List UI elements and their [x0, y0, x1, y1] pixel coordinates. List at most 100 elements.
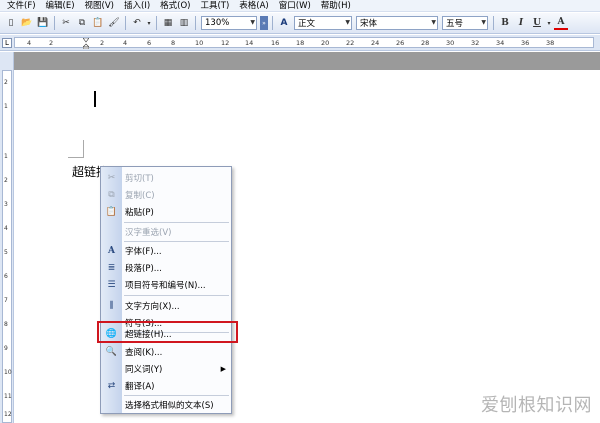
ruler-tick: 2	[4, 79, 8, 86]
menu-insert[interactable]: 插入(I)	[119, 0, 155, 12]
styles-icon[interactable]: A	[277, 16, 291, 30]
menu-view[interactable]: 视图(V)	[80, 0, 119, 12]
chevron-down-icon: ▼	[345, 19, 350, 26]
ruler-tick: 22	[346, 39, 355, 47]
ruler-tick: 8	[4, 321, 8, 328]
font-color-button[interactable]: A	[554, 16, 568, 30]
toolbar-separator	[195, 16, 196, 30]
menu-tools[interactable]: 工具(T)	[195, 0, 234, 12]
menu-edit[interactable]: 编辑(E)	[41, 0, 80, 12]
toolbar-separator	[125, 16, 126, 30]
italic-button[interactable]: I	[514, 16, 528, 30]
ruler-tick: 12	[221, 39, 230, 47]
margin-corner-mark	[68, 140, 84, 158]
copy-icon[interactable]: ⧉	[75, 16, 89, 30]
context-menu-bullets[interactable]: ☰ 项目符号和编号(N)...	[101, 276, 231, 293]
new-document-icon[interactable]: ▯	[4, 16, 18, 30]
page-background	[14, 52, 600, 70]
horizontal-ruler: L 4 2 2 4 6 8 10 12 14 16 18 20 22 24 26…	[0, 35, 600, 51]
submenu-arrow-icon: ▶	[220, 364, 226, 373]
indent-marker-icon[interactable]	[83, 38, 89, 49]
ruler-tick: 1	[4, 153, 8, 160]
context-menu-label: 剪切(T)	[125, 173, 154, 184]
context-menu-cut[interactable]: ✂ 剪切(T)	[101, 169, 231, 186]
context-menu-font[interactable]: A 字体(F)...	[101, 242, 231, 259]
toolbar-options-icon[interactable]: »	[260, 16, 268, 30]
bold-button[interactable]: B	[498, 16, 512, 30]
chevron-down-icon: ▼	[250, 19, 255, 26]
ruler-track[interactable]: 4 2 2 4 6 8 10 12 14 16 18 20 22 24 26 2…	[14, 37, 594, 49]
table-icon[interactable]: ▦	[161, 16, 175, 30]
context-menu-label: 查阅(K)...	[125, 347, 163, 358]
ruler-tick: 38	[546, 39, 555, 47]
ruler-tick: 9	[4, 345, 8, 352]
paragraph-icon: ≣	[107, 262, 116, 273]
context-menu-label: 汉字重选(V)	[125, 227, 172, 238]
context-menu-text-direction[interactable]: ⫼ 文字方向(X)...	[101, 297, 231, 314]
tab-selector-icon[interactable]: L	[2, 38, 12, 48]
ruler-tick: 32	[471, 39, 480, 47]
chevron-down-icon: ▼	[431, 19, 436, 26]
font-size-select[interactable]: 五号 ▼	[442, 16, 488, 30]
ruler-tick: 16	[271, 39, 280, 47]
context-menu-paragraph[interactable]: ≣ 段落(P)...	[101, 259, 231, 276]
ruler-tick: 10	[195, 39, 204, 47]
ruler-tick: 6	[147, 39, 152, 47]
underline-button[interactable]: U	[530, 16, 544, 30]
vertical-ruler: 2 1 1 2 3 4 5 6 7 8 9 10 11 12	[0, 52, 14, 423]
watermark-text: 爱刨根知识网	[481, 395, 592, 416]
chevron-down-icon: ▼	[481, 19, 486, 26]
context-menu-translate[interactable]: ⇄ 翻译(A)	[101, 377, 231, 394]
ruler-tick: 14	[245, 39, 254, 47]
font-select[interactable]: 宋体 ▼	[356, 16, 438, 30]
menu-format[interactable]: 格式(O)	[155, 0, 195, 12]
font-icon: A	[108, 245, 115, 256]
ruler-tick: 36	[521, 39, 530, 47]
ruler-tick: 12	[4, 411, 12, 418]
dropdown-arrow-icon[interactable]: ▾	[146, 16, 152, 30]
columns-icon[interactable]: ▥	[177, 16, 191, 30]
context-menu-paste[interactable]: 📋 粘贴(P)	[101, 203, 231, 220]
cut-icon[interactable]: ✂	[59, 16, 73, 30]
dropdown-arrow-icon[interactable]: ▾	[546, 16, 552, 30]
context-menu-reconvert[interactable]: 汉字重选(V)	[101, 223, 231, 240]
save-icon[interactable]: 💾	[36, 16, 50, 30]
open-folder-icon[interactable]: 📂	[20, 16, 34, 30]
paste-icon[interactable]: 📋	[91, 16, 105, 30]
context-menu-research[interactable]: 🔍 查阅(K)...	[101, 343, 231, 360]
context-menu-label: 复制(C)	[125, 190, 155, 201]
ruler-tick: 7	[4, 297, 8, 304]
context-menu-label: 翻译(A)	[125, 381, 155, 392]
ruler-tick: 2	[100, 39, 105, 47]
context-menu-separator	[124, 295, 229, 296]
font-value: 宋体	[360, 19, 378, 29]
context-menu-select-similar[interactable]: 选择格式相似的文本(S)	[101, 396, 231, 413]
ruler-tick: 2	[4, 177, 8, 184]
ruler-tick: 6	[4, 273, 8, 280]
context-menu-label: 项目符号和编号(N)...	[125, 280, 206, 291]
context-menu-copy[interactable]: ⧉ 复制(C)	[101, 186, 231, 203]
ruler-tick: 8	[171, 39, 176, 47]
context-menu-label: 选择格式相似的文本(S)	[125, 400, 214, 411]
zoom-select[interactable]: 130% ▼	[201, 16, 257, 30]
bullets-icon: ☰	[107, 279, 116, 290]
copy-icon: ⧉	[108, 189, 115, 200]
menu-window[interactable]: 窗口(W)	[274, 0, 316, 12]
menu-bar: 文件(F) 编辑(E) 视图(V) 插入(I) 格式(O) 工具(T) 表格(A…	[0, 0, 600, 12]
ruler-tick: 24	[371, 39, 380, 47]
context-menu-label: 段落(P)...	[125, 263, 162, 274]
ruler-tick: 10	[4, 369, 12, 376]
paste-icon: 📋	[105, 206, 118, 217]
context-menu-label: 文字方向(X)...	[125, 301, 180, 312]
menu-file[interactable]: 文件(F)	[2, 0, 41, 12]
context-menu: ✂ 剪切(T) ⧉ 复制(C) 📋 粘贴(P) 汉字重选(V) A 字体(F).…	[100, 166, 232, 414]
ruler-tick: 34	[496, 39, 505, 47]
context-menu-synonyms[interactable]: 同义词(Y) ▶	[101, 360, 231, 377]
menu-table[interactable]: 表格(A)	[234, 0, 273, 12]
menu-help[interactable]: 帮助(H)	[316, 0, 356, 12]
vertical-ruler-track[interactable]: 2 1 1 2 3 4 5 6 7 8 9 10 11 12	[2, 70, 12, 423]
style-select[interactable]: 正文 ▼	[294, 16, 352, 30]
undo-icon[interactable]: ↶	[130, 16, 144, 30]
context-menu-label: 同义词(Y)	[125, 364, 163, 375]
format-painter-icon[interactable]: 🖌	[107, 16, 121, 30]
